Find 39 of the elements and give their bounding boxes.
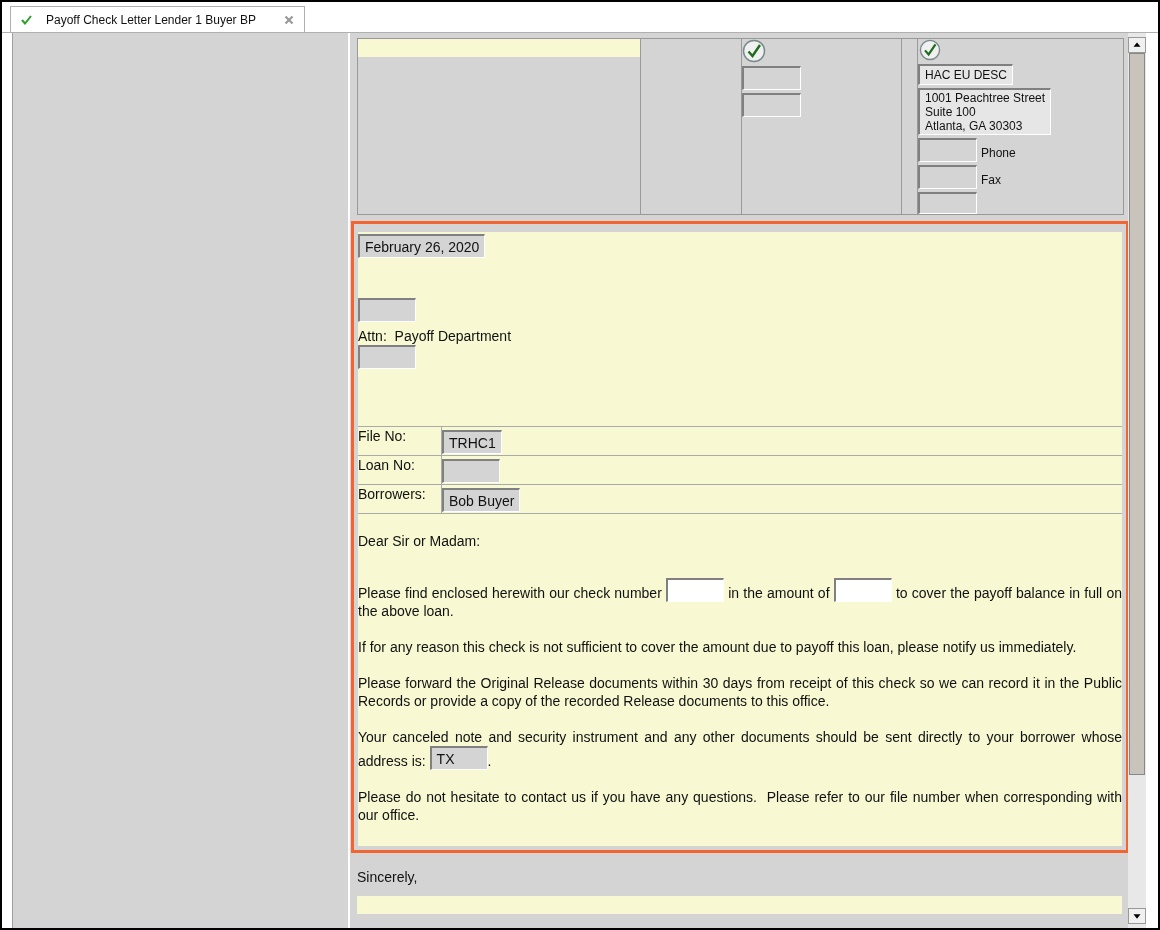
- input-field[interactable]: [358, 39, 640, 57]
- input-field[interactable]: TX: [429, 746, 488, 770]
- letter-paragraph: Please forward the Original Release documents within 30 days from receipt of this check so we can record it in the Public Records or provide a copy of the recorded Release documents to this office.: [358, 674, 1122, 710]
- fax-label: Fax: [981, 171, 1001, 189]
- input-field[interactable]: [358, 345, 416, 369]
- input-field[interactable]: February 26, 2020: [358, 234, 486, 258]
- greeting-text: Dear Sir or Madam:: [358, 532, 482, 550]
- document-tab[interactable]: Payoff Check Letter Lender 1 Buyer BP: [10, 6, 305, 32]
- input-field[interactable]: [918, 191, 977, 214]
- input-field[interactable]: [833, 578, 892, 602]
- address-field[interactable]: 1001 Peachtree Street Suite 100 Atlanta, GA 30303: [918, 87, 1052, 135]
- input-field[interactable]: [666, 578, 724, 602]
- letter-paragraph: If for any reason this check is not sufficient to cover the amount due to payoff this loan, please notify us immediately.: [358, 638, 1078, 656]
- scrollbar[interactable]: [1128, 33, 1146, 928]
- input-field[interactable]: [442, 459, 500, 483]
- closing-text: Sincerely,: [357, 868, 419, 887]
- signature-field[interactable]: [357, 896, 1122, 914]
- phone-label: Phone: [981, 144, 1016, 162]
- scroll-thumb[interactable]: [1129, 53, 1145, 775]
- letter-paragraph: Please find enclosed herewith our check number in the amount of to cover the payoff balance in full on the above loan.: [358, 578, 1122, 620]
- attention-line: Attn: Payoff Department: [358, 327, 513, 345]
- address-line: Atlanta, GA 30303: [925, 118, 1024, 133]
- input-field[interactable]: Bob Buyer: [442, 488, 521, 512]
- input-field[interactable]: [742, 66, 801, 90]
- check-icon: [21, 14, 32, 25]
- input-field[interactable]: [358, 298, 416, 322]
- input-field[interactable]: TRHC1: [442, 430, 502, 454]
- letter-body-panel[interactable]: [351, 221, 1129, 853]
- close-icon[interactable]: [284, 14, 294, 25]
- scroll-up-icon[interactable]: [1128, 37, 1146, 53]
- name-field[interactable]: HAC EU DESC: [918, 63, 1013, 85]
- input-field[interactable]: [742, 93, 801, 117]
- input-field[interactable]: [918, 164, 977, 189]
- address-line: Suite 100: [925, 104, 977, 119]
- address-line: 1001 Peachtree Street: [925, 90, 1046, 105]
- input-field[interactable]: [918, 137, 977, 162]
- letter-paragraph: Your canceled note and security instrument and any other documents should be sent directly to your borrower whose address is: TX .: [358, 728, 1122, 770]
- letter-paragraph: Please do not hesitate to contact us if you have any questions. Please refer to our file number when corresponding with our office.: [358, 788, 1122, 824]
- scroll-down-icon[interactable]: [1128, 908, 1146, 924]
